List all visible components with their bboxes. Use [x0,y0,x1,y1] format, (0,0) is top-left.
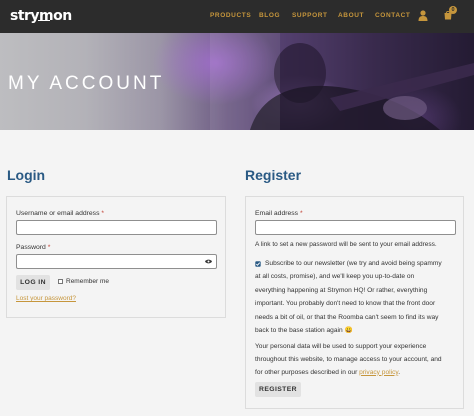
newsletter-text: at all costs, promise), and we'll keep y… [255,270,463,338]
newsletter-text-first: Subscribe to our newsletter (we try and … [265,260,442,267]
newsletter-line: important. You probably don't need to kn… [255,300,436,307]
password-label: Password * [16,244,51,251]
nav-blog[interactable]: BLOG [259,12,280,19]
privacy-policy-link[interactable]: privacy policy [359,369,398,376]
newsletter-line: at all costs, promise), and we'll keep y… [255,273,415,280]
register-button[interactable]: REGISTER [255,382,301,397]
username-input[interactable] [16,220,217,235]
lost-password-link[interactable]: Lost your password? [16,295,76,302]
newsletter-checkbox[interactable] [255,261,261,267]
password-link-note: A link to set a new password will be sen… [255,241,437,248]
user-icon[interactable] [418,10,428,21]
page-title: MY ACCOUNT [8,73,165,94]
nav-support[interactable]: SUPPORT [292,12,328,19]
privacy-notice: Your personal data will be used to suppo… [255,341,463,379]
register-form: Email address * A link to set a new pass… [245,196,464,409]
strymon-logo[interactable]: strymon [10,8,72,24]
remember-me-checkbox[interactable] [58,279,63,284]
remember-me-label: Remember me [66,278,109,285]
register-heading: Register [245,167,302,183]
privacy-line: throughout this website, to manage acces… [255,355,442,363]
newsletter-line: everything happening at Strymon HQ! Or r… [255,286,428,294]
newsletter-line: back to the base station again 😀 [255,327,353,334]
password-input[interactable] [16,254,217,269]
cart-count-badge: 0 [449,6,457,14]
nav-contact[interactable]: CONTACT [375,12,411,19]
log-in-button[interactable]: LOG IN [16,275,50,290]
login-heading: Login [7,167,46,183]
username-label: Username or email address * [16,210,105,217]
hero-banner: MY ACCOUNT [0,33,474,130]
login-form: Username or email address * Password * L… [6,196,226,318]
privacy-line: Your personal data will be used to suppo… [255,343,427,350]
email-label: Email address * [255,210,303,217]
email-input[interactable] [255,220,456,235]
logo-underline [38,20,50,21]
nav-products[interactable]: PRODUCTS [210,12,251,19]
show-password-eye-icon[interactable] [205,259,212,264]
nav-about[interactable]: ABOUT [338,12,364,19]
newsletter-line: needs a bit of oil, or that the Roomba c… [255,313,439,321]
privacy-line-last: for other purposes described in our priv… [255,368,401,376]
top-navbar: strymon PRODUCTS BLOG SUPPORT ABOUT CONT… [0,0,474,33]
